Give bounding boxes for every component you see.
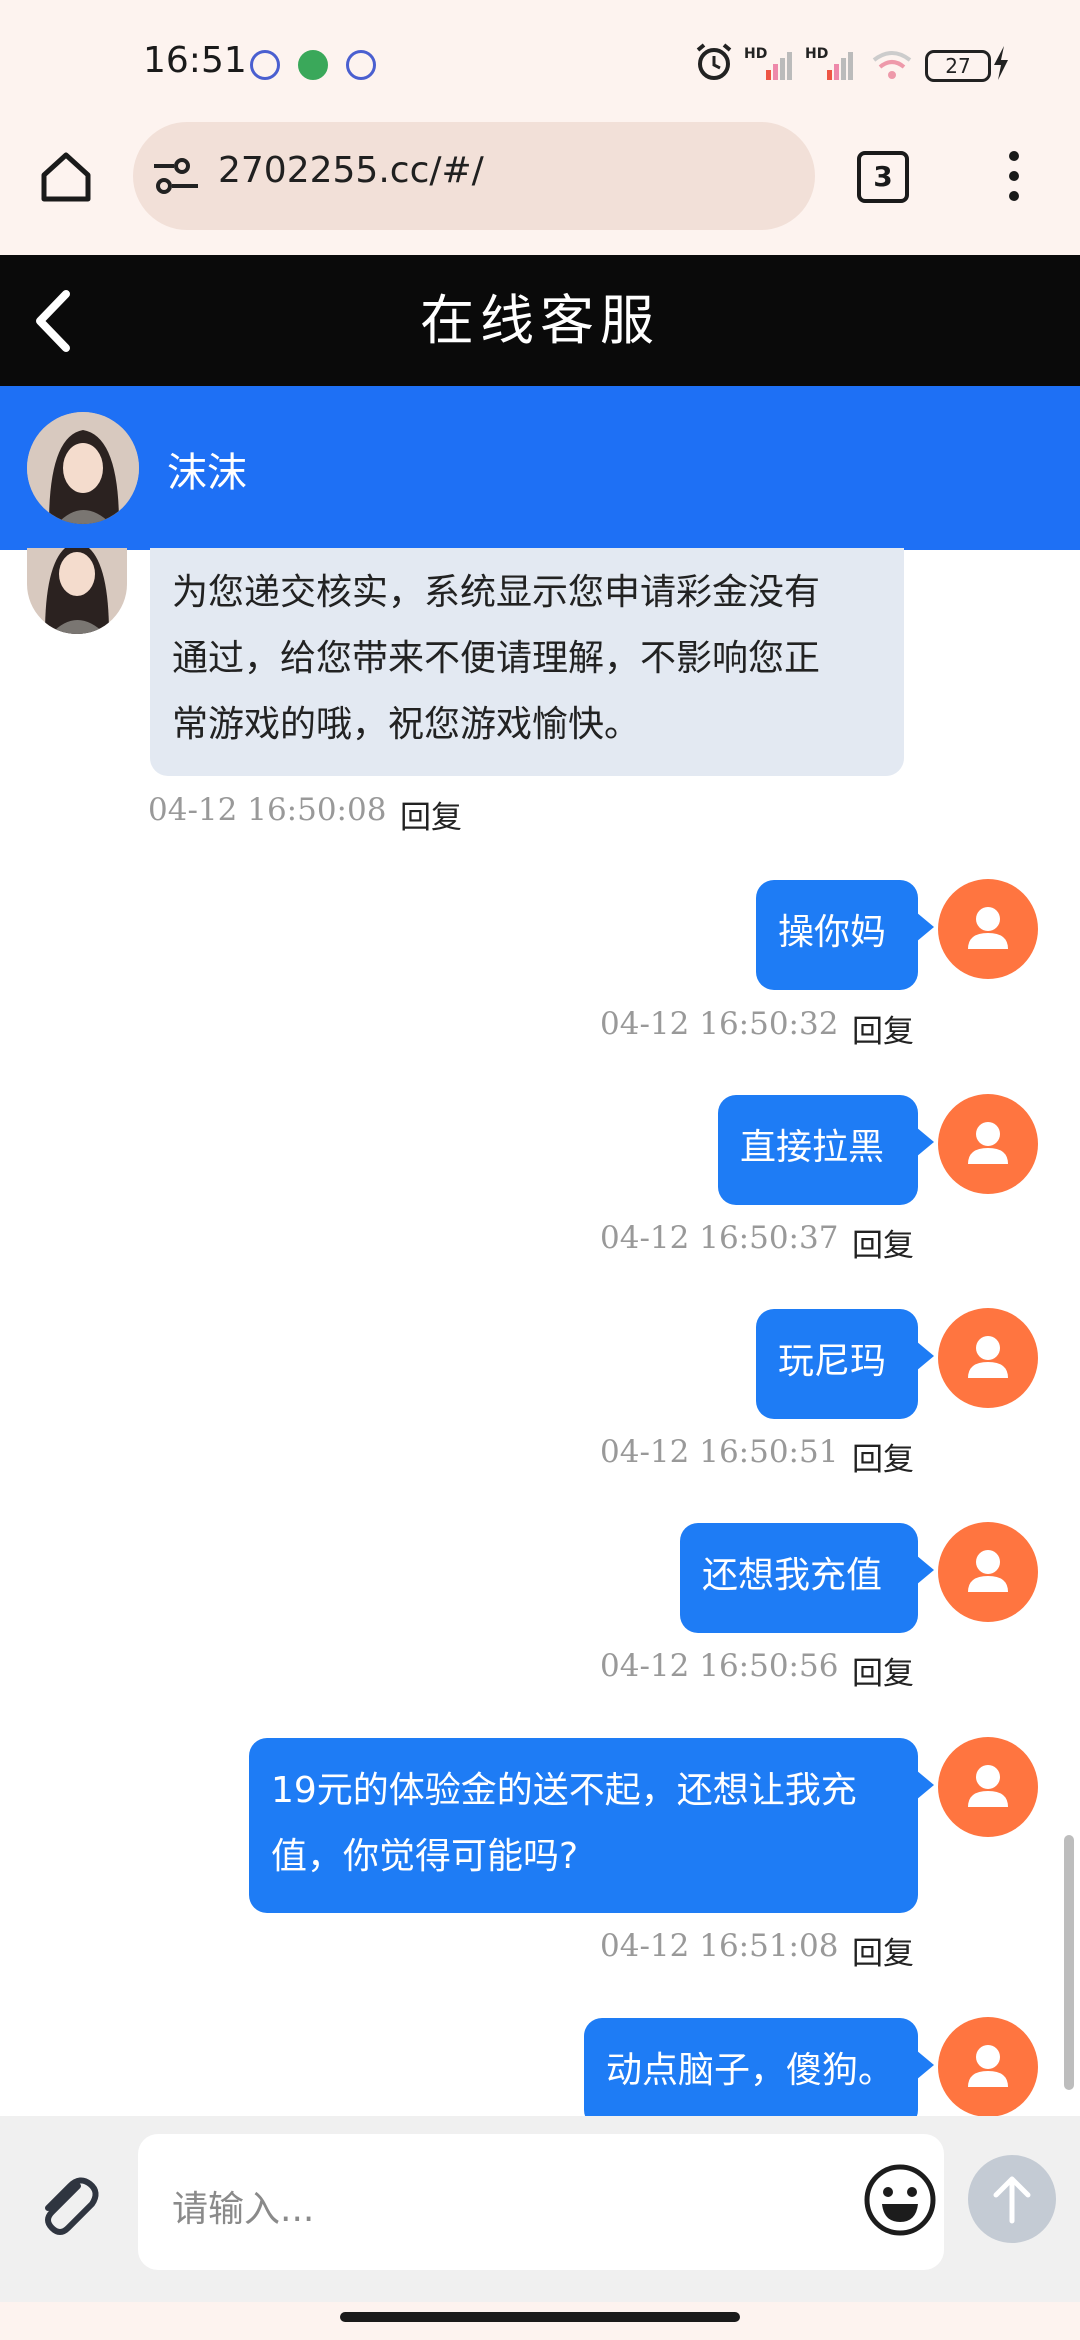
attachment-icon[interactable] [34,2172,104,2242]
reply-button[interactable]: 回复 [852,1648,914,1693]
message-timestamp: 04-12 16:50:51 [600,1434,839,1470]
message-timestamp: 04-12 16:50:56 [600,1648,839,1684]
user-message-bubble: 19元的体验金的送不起，还想让我充 值，你觉得可能吗? [249,1738,918,1913]
home-indicator[interactable] [340,2312,740,2322]
user-icon [968,907,1008,949]
message-text: 操你妈 [778,912,887,953]
agent-header [0,386,1080,550]
network-type-label: HD [744,46,767,62]
user-avatar [938,1308,1038,1408]
site-settings-icon[interactable] [152,156,200,196]
bubble-tail [916,1555,934,1585]
agent-avatar [27,412,139,524]
bubble-tail [916,1341,934,1371]
agent-message-bubble: 为您递交核实，系统显示您申请彩金没有 通过，给您带来不便请理解，不影响您正 常游… [150,548,904,776]
agent-message-avatar [27,548,127,634]
message-text: 玩尼玛 [778,1341,887,1382]
user-icon [968,1550,1008,1592]
tab-switcher-button[interactable]: 3 [857,151,909,203]
app-notification-icon [346,50,376,80]
user-avatar [938,879,1038,979]
user-message-bubble: 直接拉黑 [718,1095,918,1205]
user-icon [968,2045,1008,2087]
alarm-icon [696,43,732,80]
wifi-icon [872,51,912,79]
page-title: 在线客服 [420,289,660,352]
agent-name: 沫沫 [167,450,247,496]
user-avatar [938,1094,1038,1194]
send-arrow-icon [993,2176,1031,2224]
message-line: 值，你觉得可能吗? [271,1836,579,1877]
charging-icon [994,46,1008,80]
user-avatar [938,1522,1038,1622]
home-icon[interactable] [38,149,94,205]
user-message-bubble: 操你妈 [756,880,918,990]
message-timestamp: 04-12 16:50:32 [600,1006,839,1042]
bubble-tail [916,1127,934,1157]
user-message-bubble: 动点脑子，傻狗。 [584,2018,918,2128]
signal-strength-icon: HD [744,46,792,80]
emoji-icon[interactable] [862,2162,938,2238]
message-line: 常游戏的哦，祝您游戏愉快。 [172,704,641,745]
reply-button[interactable]: 回复 [852,1006,914,1051]
more-vert-icon[interactable] [1000,148,1028,204]
battery-indicator: 27 [925,50,991,82]
wechat-notification-icon [298,50,328,80]
network-type-label: HD [805,46,828,62]
user-message-bubble: 还想我充值 [680,1523,918,1633]
status-time: 16:51 [143,40,247,81]
message-text: 直接拉黑 [740,1127,885,1168]
signal-strength-icon: HD [805,46,853,80]
user-icon [968,1122,1008,1164]
user-message-bubble: 玩尼玛 [756,1309,918,1419]
message-timestamp: 04-12 16:51:08 [600,1928,839,1964]
url-text[interactable]: 2702255.cc/#/ [218,150,484,191]
message-text: 还想我充值 [702,1555,883,1596]
reply-button[interactable]: 回复 [400,792,462,837]
bubble-tail [916,2050,934,2080]
user-avatar [938,1737,1038,1837]
user-avatar [938,2017,1038,2117]
message-timestamp: 04-12 16:50:08 [148,792,387,828]
message-line: 通过，给您带来不便请理解，不影响您正 [172,638,821,679]
send-button[interactable] [968,2155,1056,2243]
reply-button[interactable]: 回复 [852,1220,914,1265]
message-line: 为您递交核实，系统显示您申请彩金没有 [172,572,821,613]
message-text: 动点脑子，傻狗。 [606,2050,895,2091]
reply-button[interactable]: 回复 [852,1928,914,1973]
user-icon [968,1765,1008,1807]
battery-level: 27 [945,54,971,78]
bubble-tail [916,912,934,942]
message-input-placeholder[interactable]: 请输入... [172,2180,314,2232]
app-notification-icon [250,50,280,80]
scrollbar[interactable] [1064,1835,1074,2090]
message-line: 19元的体验金的送不起，还想让我充 [271,1770,857,1811]
reply-button[interactable]: 回复 [852,1434,914,1479]
bubble-tail [916,1770,934,1800]
message-timestamp: 04-12 16:50:37 [600,1220,839,1256]
user-icon [968,1336,1008,1378]
